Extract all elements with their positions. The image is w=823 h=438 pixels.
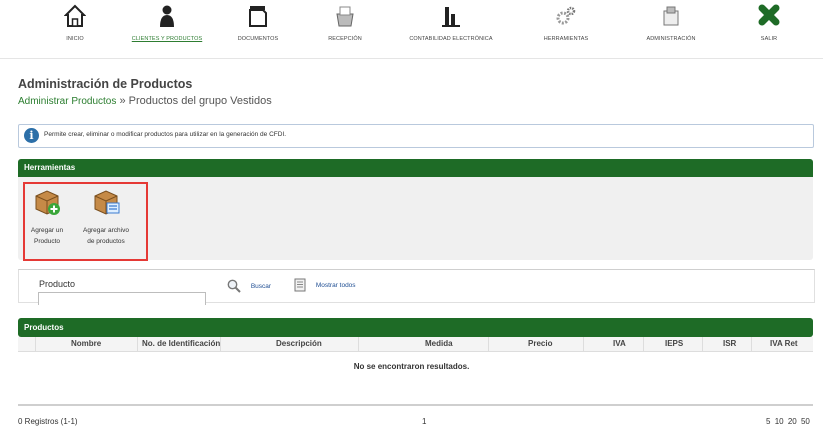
nav-label: ADMINISTRACIÓN	[646, 36, 696, 42]
empty-results-message: No se encontraron resultados.	[353, 362, 470, 371]
column-separator	[358, 337, 359, 351]
reception-icon	[336, 6, 354, 27]
col-iva[interactable]: IVA	[613, 339, 626, 348]
column-separator	[643, 337, 644, 351]
search-button[interactable]: Buscar	[227, 279, 271, 293]
products-panel: Productos	[18, 318, 813, 337]
column-separator	[488, 337, 489, 351]
column-separator	[583, 337, 584, 351]
gears-icon	[556, 6, 576, 25]
page-size-option[interactable]: 20	[788, 417, 797, 426]
chart-icon	[442, 7, 460, 27]
nav-label: CONTABILIDAD ELECTRÓNICA	[409, 36, 493, 42]
nav-clientes-productos[interactable]: CLIENTES Y PRODUCTOS	[117, 4, 217, 42]
nav-recepcion[interactable]: RECEPCIÓN	[295, 4, 395, 42]
current-page[interactable]: 1	[422, 417, 426, 426]
nav-label: INICIO	[66, 36, 84, 42]
home-icon	[64, 4, 86, 27]
info-message: i Permite crear, eliminar o modificar pr…	[18, 124, 814, 148]
info-text: Permite crear, eliminar o modificar prod…	[44, 131, 287, 138]
documents-icon	[249, 6, 267, 27]
search-panel: Producto	[18, 269, 815, 305]
table-bottom-border	[18, 404, 813, 406]
column-separator	[751, 337, 752, 351]
nav-administracion[interactable]: ADMINISTRACIÓN	[621, 4, 721, 42]
col-medida[interactable]: Medida	[425, 339, 453, 348]
admin-icon	[663, 6, 679, 26]
nav-label: DOCUMENTOS	[237, 36, 279, 42]
column-separator	[35, 337, 36, 351]
column-separator	[137, 337, 138, 351]
col-ieps[interactable]: IEPS	[665, 339, 683, 348]
info-icon: i	[24, 128, 39, 143]
page-title: Administración de Productos	[18, 77, 193, 91]
records-count: 0 Registros (1-1)	[18, 417, 78, 426]
breadcrumb-link[interactable]: Administrar Productos	[18, 96, 116, 107]
products-panel-title: Productos	[18, 318, 813, 337]
nav-divider	[0, 58, 823, 59]
documents-stack-icon	[294, 278, 306, 292]
products-table-header: Nombre No. de Identificación Descripción…	[18, 337, 813, 352]
magnifier-icon	[227, 279, 241, 293]
nav-label: CLIENTES Y PRODUCTOS	[131, 36, 203, 42]
top-navigation: INICIO CLIENTES Y PRODUCTOS DOCUMENTOS R…	[0, 0, 823, 58]
nav-inicio[interactable]: INICIO	[25, 4, 125, 42]
highlight-box	[23, 182, 148, 261]
breadcrumb: Administrar Productos » Productos del gr…	[18, 95, 272, 107]
nav-herramientas[interactable]: HERRAMIENTAS	[516, 4, 616, 42]
col-iva-ret[interactable]: IVA Ret	[770, 339, 798, 348]
breadcrumb-separator: »	[119, 95, 126, 107]
page-size-selector: 5 10 20 50	[766, 417, 810, 426]
nav-contabilidad[interactable]: CONTABILIDAD ELECTRÓNICA	[401, 4, 501, 42]
column-separator	[702, 337, 703, 351]
show-all-button[interactable]: Mostrar todos	[293, 278, 356, 292]
column-separator	[220, 337, 221, 351]
nav-salir[interactable]: SALIR	[719, 4, 819, 42]
search-label: Producto	[39, 279, 76, 289]
nav-label: RECEPCIÓN	[328, 36, 362, 42]
nav-label: HERRAMIENTAS	[543, 36, 589, 42]
exit-icon	[758, 4, 780, 26]
tools-panel-title: Herramientas	[18, 159, 813, 177]
search-button-label: Buscar	[250, 282, 272, 290]
col-isr[interactable]: ISR	[723, 339, 736, 348]
nav-documentos[interactable]: DOCUMENTOS	[208, 4, 308, 42]
col-identificacion[interactable]: No. de Identificación	[142, 339, 220, 348]
col-descripcion[interactable]: Descripción	[276, 339, 322, 348]
page-size-option[interactable]: 50	[801, 417, 810, 426]
nav-label: SALIR	[760, 36, 778, 42]
user-icon	[160, 5, 174, 27]
show-all-label: Mostrar todos	[315, 281, 356, 289]
col-nombre[interactable]: Nombre	[71, 339, 101, 348]
breadcrumb-current: Productos del grupo Vestidos	[128, 95, 272, 107]
col-precio[interactable]: Precio	[528, 339, 552, 348]
page-size-option[interactable]: 5	[766, 417, 770, 426]
product-search-input[interactable]	[38, 292, 206, 305]
page-size-option[interactable]: 10	[775, 417, 784, 426]
